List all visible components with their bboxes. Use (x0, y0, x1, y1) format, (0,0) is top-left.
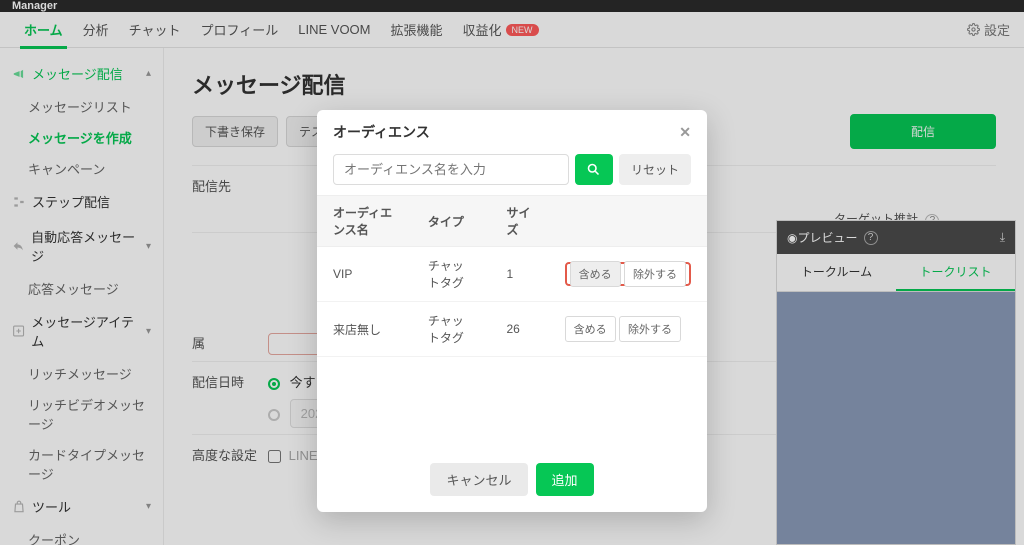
reset-button[interactable]: リセット (619, 154, 691, 185)
cancel-button[interactable]: キャンセル (430, 463, 527, 496)
col-type: タイプ (412, 196, 491, 247)
audience-search-input[interactable] (333, 154, 569, 185)
exclude-button[interactable]: 除外する (624, 261, 686, 287)
search-button[interactable] (575, 154, 613, 185)
close-icon[interactable]: ✕ (679, 124, 691, 141)
exclude-button[interactable]: 除外する (619, 316, 681, 342)
cell-type: チャットタグ (412, 302, 491, 357)
cell-size: 1 (490, 247, 548, 302)
audience-modal: オーディエンス ✕ リセット オーディエンス名 タイプ サイズ VIP (317, 110, 707, 512)
modal-title: オーディエンス (333, 122, 430, 142)
table-row: 来店無し チャットタグ 26 含める 除外する (317, 302, 707, 357)
col-name: オーディエンス名 (317, 196, 412, 247)
cell-name: VIP (317, 247, 412, 302)
cell-size: 26 (490, 302, 548, 357)
table-row: VIP チャットタグ 1 含める 除外する (317, 247, 707, 302)
cell-type: チャットタグ (412, 247, 491, 302)
col-size: サイズ (490, 196, 548, 247)
audience-table: オーディエンス名 タイプ サイズ VIP チャットタグ 1 含める 除外する 来… (317, 195, 707, 357)
cell-name: 来店無し (317, 302, 412, 357)
include-button[interactable]: 含める (565, 316, 616, 342)
modal-overlay: オーディエンス ✕ リセット オーディエンス名 タイプ サイズ VIP (0, 0, 1024, 545)
add-button[interactable]: 追加 (536, 463, 594, 496)
include-button[interactable]: 含める (570, 261, 621, 287)
search-icon (586, 162, 601, 177)
